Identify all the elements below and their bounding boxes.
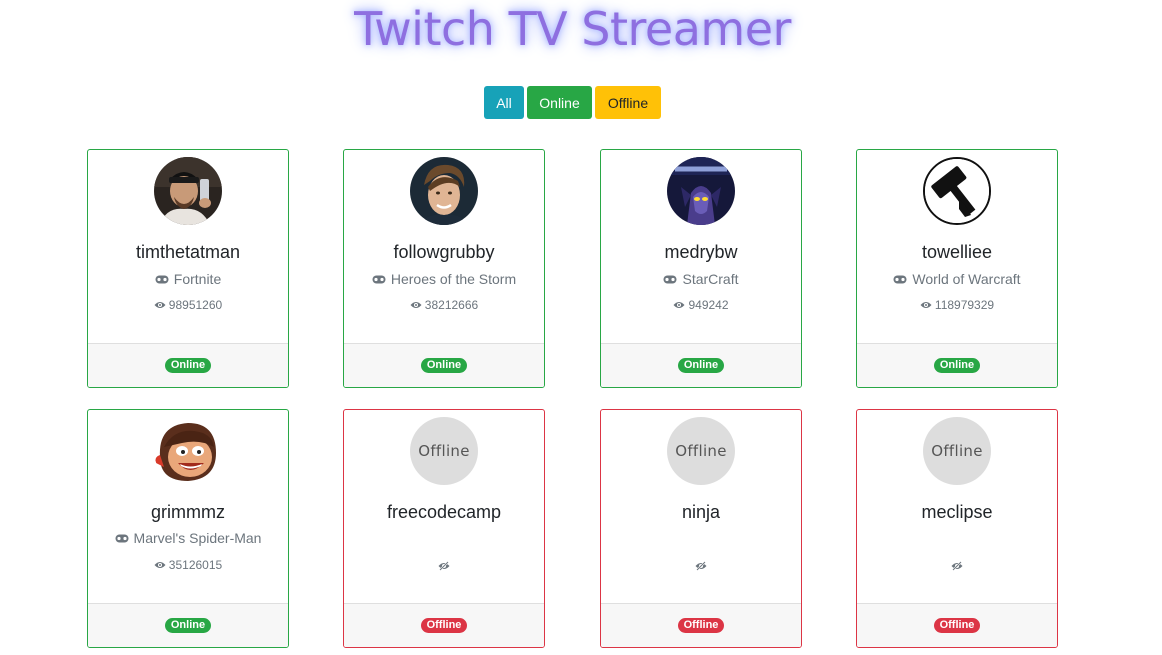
game-name: World of Warcraft [912, 271, 1021, 287]
eye-icon [673, 301, 685, 309]
starcraft-logo-icon [667, 157, 735, 225]
avatar [667, 157, 735, 225]
game-info: Fortnite [88, 271, 288, 287]
filter-offline-button[interactable]: Offline [595, 86, 661, 119]
eye-icon [154, 561, 166, 569]
eye-icon [920, 301, 932, 309]
streamer-name[interactable]: followgrubby [344, 242, 544, 263]
streamer-card[interactable]: timthetatman Fortnite 98951260 Online [87, 149, 289, 388]
avatar [410, 157, 478, 225]
card-footer: Online [344, 343, 544, 387]
status-badge: Offline [933, 618, 981, 633]
streamer-card[interactable]: Offline meclipse Offline [856, 409, 1058, 648]
card-footer: Online [857, 343, 1057, 387]
viewer-info [857, 561, 1057, 571]
gamepad-icon [372, 275, 386, 284]
avatar-placeholder: Offline [923, 417, 991, 485]
streamer-card[interactable]: Offline freecodecamp Offline [343, 409, 545, 648]
game-name: Marvel's Spider-Man [133, 530, 262, 546]
cartoon-face-icon [154, 417, 222, 485]
avatar-offline-text: Offline [418, 442, 470, 460]
viewer-info: 118979329 [857, 298, 1057, 312]
streamer-card[interactable]: Offline ninja Offline [600, 409, 802, 648]
card-footer: Online [88, 343, 288, 387]
eye-icon [410, 301, 422, 309]
streamer-card[interactable]: medrybw StarCraft 949242 Online [600, 149, 802, 388]
game-info: Heroes of the Storm [344, 271, 544, 287]
avatar-placeholder: Offline [410, 417, 478, 485]
streamer-name[interactable]: freecodecamp [344, 502, 544, 523]
status-badge: Online [420, 358, 468, 373]
filter-online-button[interactable]: Online [527, 86, 592, 119]
status-badge: Online [164, 358, 212, 373]
viewer-info: 949242 [601, 298, 801, 312]
streamer-name[interactable]: grimmmz [88, 502, 288, 523]
viewer-info [601, 561, 801, 571]
gamepad-icon [663, 275, 677, 284]
filter-button-group: All Online Offline [484, 86, 661, 119]
card-footer: Online [601, 343, 801, 387]
eye-slash-icon [695, 561, 707, 571]
viewer-info: 38212666 [344, 298, 544, 312]
status-badge: Offline [420, 618, 468, 633]
streamer-name[interactable]: meclipse [857, 502, 1057, 523]
game-info: Marvel's Spider-Man [88, 530, 288, 546]
streamer-name[interactable]: timthetatman [88, 242, 288, 263]
eye-slash-icon [438, 561, 450, 571]
avatar [154, 157, 222, 225]
streamer-name[interactable]: towelliee [857, 242, 1057, 263]
eye-icon [154, 301, 166, 309]
avatar-offline-text: Offline [931, 442, 983, 460]
viewer-count: 118979329 [934, 298, 995, 312]
gamepad-icon [115, 534, 129, 543]
streamer-name[interactable]: ninja [601, 502, 801, 523]
card-footer: Online [88, 603, 288, 647]
viewer-count: 38212666 [424, 298, 479, 312]
hammer-logo-icon [925, 159, 989, 223]
avatar [923, 157, 991, 225]
card-footer: Offline [601, 603, 801, 647]
viewer-info: 98951260 [88, 298, 288, 312]
viewer-info: 35126015 [88, 558, 288, 572]
status-badge: Online [677, 358, 725, 373]
card-footer: Offline [857, 603, 1057, 647]
game-name: Fortnite [173, 271, 222, 287]
filter-all-button[interactable]: All [484, 86, 524, 119]
status-badge: Online [933, 358, 981, 373]
viewer-count: 98951260 [168, 298, 223, 312]
game-name: StarCraft [682, 271, 739, 287]
status-badge: Online [164, 618, 212, 633]
avatar-offline-text: Offline [675, 442, 727, 460]
streamer-card[interactable]: towelliee World of Warcraft 118979329 On… [856, 149, 1058, 388]
streamer-card[interactable]: grimmmz Marvel's Spider-Man 35126015 Onl… [87, 409, 289, 648]
status-badge: Offline [677, 618, 725, 633]
game-info: World of Warcraft [857, 271, 1057, 287]
streamer-name[interactable]: medrybw [601, 242, 801, 263]
game-name: Heroes of the Storm [390, 271, 517, 287]
gamepad-icon [155, 275, 169, 284]
streamer-photo-icon [154, 157, 222, 225]
streamer-card[interactable]: followgrubby Heroes of the Storm 3821266… [343, 149, 545, 388]
viewer-info [344, 561, 544, 571]
page-title: Twitch TV Streamer [354, 2, 791, 56]
avatar-placeholder: Offline [667, 417, 735, 485]
eye-slash-icon [951, 561, 963, 571]
gamepad-icon [893, 275, 907, 284]
viewer-count: 949242 [688, 298, 729, 312]
avatar [154, 417, 222, 485]
game-info: StarCraft [601, 271, 801, 287]
card-footer: Offline [344, 603, 544, 647]
streamer-photo-icon [410, 157, 478, 225]
viewer-count: 35126015 [168, 558, 223, 572]
